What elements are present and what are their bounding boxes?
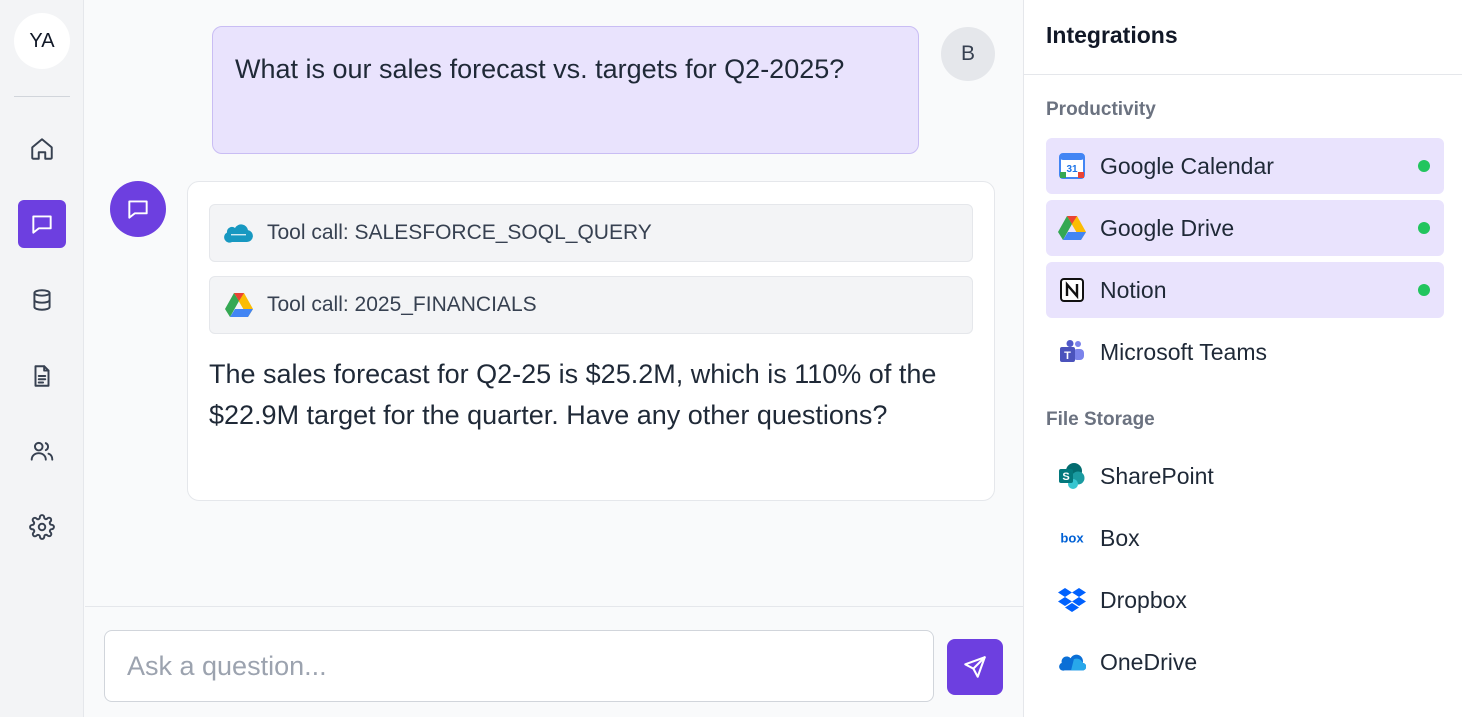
panel-title: Integrations	[1046, 22, 1178, 48]
tool-call-label: Tool call: 2025_FINANCIALS	[267, 293, 537, 316]
microsoft-teams-icon: T	[1058, 338, 1086, 366]
integration-notion[interactable]: Notion	[1046, 262, 1444, 318]
integration-onedrive[interactable]: OneDrive	[1046, 634, 1444, 690]
integration-label: Notion	[1100, 276, 1167, 303]
sharepoint-icon: S	[1058, 462, 1086, 490]
send-icon	[964, 656, 986, 678]
integration-label: Microsoft Teams	[1100, 338, 1268, 365]
document-icon	[34, 365, 50, 387]
notion-icon	[1058, 276, 1086, 304]
integration-dropbox[interactable]: Dropbox	[1046, 572, 1444, 628]
integration-label: Google Drive	[1100, 214, 1235, 241]
assistant-message-text: The sales forecast for Q2-25 is $25.2M, …	[209, 359, 937, 430]
composer	[85, 606, 1023, 717]
integration-label: OneDrive	[1100, 648, 1198, 675]
nav-users[interactable]	[18, 427, 66, 475]
integration-label: Google Calendar	[1100, 152, 1274, 179]
salesforce-icon	[224, 218, 254, 248]
svg-text:31: 31	[1066, 164, 1078, 175]
assistant-message-card: Tool call: SALESFORCE_SOQL_QUERY Tool ca…	[187, 181, 995, 501]
integration-label: SharePoint	[1100, 462, 1214, 489]
connected-status-dot	[1418, 222, 1430, 234]
user-message-text: What is our sales forecast vs. targets f…	[235, 54, 845, 84]
chat-panel: What is our sales forecast vs. targets f…	[85, 0, 1023, 606]
integration-google-calendar[interactable]: 31 Google Calendar	[1046, 138, 1444, 194]
database-icon	[33, 289, 51, 311]
integration-microsoft-teams[interactable]: T Microsoft Teams	[1046, 324, 1444, 380]
google-calendar-icon: 31	[1058, 152, 1086, 180]
chat-icon	[32, 215, 52, 234]
svg-text:S: S	[1062, 471, 1069, 483]
connected-status-dot	[1418, 160, 1430, 172]
gear-icon	[29, 514, 55, 540]
box-icon: box	[1058, 524, 1086, 552]
dropbox-icon	[1058, 586, 1086, 614]
section-title-productivity: Productivity	[1046, 99, 1156, 120]
send-button[interactable]	[947, 639, 1003, 695]
tool-call-label: Tool call: SALESFORCE_SOQL_QUERY	[267, 221, 652, 244]
nav-settings[interactable]	[18, 503, 66, 551]
connected-status-dot	[1418, 284, 1430, 296]
user-avatar[interactable]: YA	[14, 13, 70, 69]
nav-home[interactable]	[18, 125, 66, 173]
tool-call-financials[interactable]: Tool call: 2025_FINANCIALS	[209, 276, 973, 334]
integration-label: Dropbox	[1100, 586, 1187, 613]
home-icon	[31, 138, 53, 160]
integration-box[interactable]: box Box	[1046, 510, 1444, 566]
integration-google-drive[interactable]: Google Drive	[1046, 200, 1444, 256]
rail-divider	[14, 96, 70, 97]
nav-database[interactable]	[18, 276, 66, 324]
google-drive-icon	[1058, 214, 1086, 242]
svg-text:box: box	[1060, 531, 1084, 546]
user-message-avatar: B	[941, 27, 995, 81]
nav-chat[interactable]	[18, 200, 66, 248]
google-drive-icon	[224, 290, 254, 320]
section-title-file-storage: File Storage	[1046, 409, 1155, 430]
integrations-panel: Integrations Productivity 31 Google Cale…	[1023, 0, 1462, 717]
tool-call-salesforce[interactable]: Tool call: SALESFORCE_SOQL_QUERY	[209, 204, 973, 262]
nav-documents[interactable]	[18, 352, 66, 400]
onedrive-icon	[1058, 648, 1086, 676]
integration-label: Box	[1100, 524, 1140, 551]
users-icon	[30, 441, 54, 461]
user-message-bubble: What is our sales forecast vs. targets f…	[212, 26, 919, 154]
assistant-avatar	[110, 181, 166, 237]
question-input[interactable]	[104, 630, 934, 702]
svg-text:T: T	[1064, 350, 1071, 362]
panel-divider	[1024, 74, 1462, 75]
left-rail: YA	[0, 0, 84, 717]
chat-icon	[128, 200, 148, 219]
integration-sharepoint[interactable]: S SharePoint	[1046, 448, 1444, 504]
